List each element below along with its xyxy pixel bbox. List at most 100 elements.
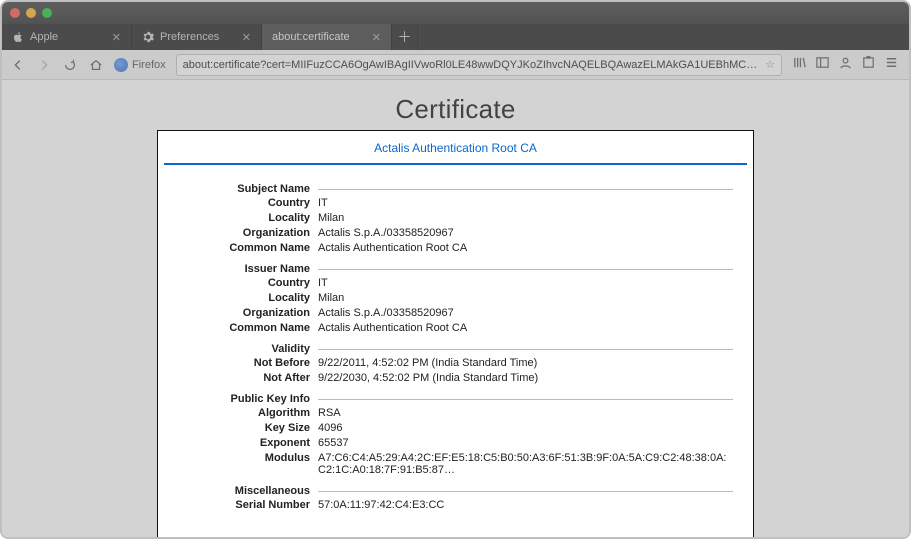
detail-row: Not After9/22/2030, 4:52:02 PM (India St… [178, 370, 733, 385]
certificate-card: Actalis Authentication Root CA Subject N… [157, 130, 754, 537]
library-icon[interactable] [792, 55, 807, 75]
detail-value: RSA [318, 407, 733, 419]
back-button[interactable] [8, 55, 28, 75]
section: ValidityNot Before9/22/2011, 4:52:02 PM … [178, 343, 733, 385]
detail-row: OrganizationActalis S.p.A./03358520967 [178, 305, 733, 320]
detail-label: Not After [178, 372, 318, 384]
section-rule [318, 189, 733, 190]
toolbar-right [788, 55, 903, 75]
detail-row: Common NameActalis Authentication Root C… [178, 240, 733, 255]
account-icon[interactable] [838, 55, 853, 75]
section-header: Public Key Info [178, 393, 733, 405]
detail-row: LocalityMilan [178, 210, 733, 225]
detail-value: Actalis S.p.A./03358520967 [318, 227, 733, 239]
section-header: Subject Name [178, 183, 733, 195]
url-text: about:certificate?cert=MIIFuzCCA6OgAwIBA… [183, 59, 762, 71]
detail-label: Organization [178, 227, 318, 239]
plus-icon: ＋ [398, 27, 412, 47]
extension-icon[interactable] [861, 55, 876, 75]
tab-label: Preferences [160, 31, 219, 43]
section: Issuer NameCountryITLocalityMilanOrganiz… [178, 263, 733, 335]
detail-value: 9/22/2030, 4:52:02 PM (India Standard Ti… [318, 372, 733, 384]
detail-value: 9/22/2011, 4:52:02 PM (India Standard Ti… [318, 357, 733, 369]
detail-label: Key Size [178, 422, 318, 434]
detail-row: CountryIT [178, 195, 733, 210]
detail-value: Milan [318, 292, 733, 304]
zoom-window-button[interactable] [42, 8, 52, 18]
detail-label: Common Name [178, 322, 318, 334]
detail-value: Actalis S.p.A./03358520967 [318, 307, 733, 319]
identity-label: Firefox [132, 59, 166, 71]
detail-row: Not Before9/22/2011, 4:52:02 PM (India S… [178, 355, 733, 370]
detail-label: Country [178, 277, 318, 289]
section-title: Public Key Info [178, 393, 318, 405]
section-title: Validity [178, 343, 318, 355]
close-tab-icon[interactable]: ✕ [372, 31, 381, 44]
bookmark-star-icon[interactable]: ☆ [765, 58, 775, 71]
detail-value: Actalis Authentication Root CA [318, 242, 733, 254]
detail-label: Not Before [178, 357, 318, 369]
sidebar-icon[interactable] [815, 55, 830, 75]
certificate-tab[interactable]: Actalis Authentication Root CA [164, 131, 747, 165]
detail-value: A7:C6:C4:A5:29:A4:2C:EF:E5:18:C5:B0:50:A… [318, 452, 733, 476]
titlebar [2, 2, 909, 24]
section-rule [318, 491, 733, 492]
gear-icon [142, 31, 154, 43]
detail-value: IT [318, 197, 733, 209]
detail-label: Exponent [178, 437, 318, 449]
detail-value: 4096 [318, 422, 733, 434]
apple-icon [12, 31, 24, 43]
detail-value: Milan [318, 212, 733, 224]
nav-toolbar: Firefox about:certificate?cert=MIIFuzCCA… [2, 50, 909, 80]
section-header: Issuer Name [178, 263, 733, 275]
detail-row: Common NameActalis Authentication Root C… [178, 320, 733, 335]
tab-certificate[interactable]: about:certificate ✕ [262, 24, 392, 50]
certificate-details: Subject NameCountryITLocalityMilanOrgani… [158, 165, 753, 512]
detail-row: Key Size4096 [178, 420, 733, 435]
tab-label: about:certificate [272, 31, 350, 43]
tab-preferences[interactable]: Preferences ✕ [132, 24, 262, 50]
section-header: Validity [178, 343, 733, 355]
detail-value: 57:0A:11:97:42:C4:E3:CC [318, 499, 733, 511]
identity-box[interactable]: Firefox [112, 58, 170, 72]
page-title: Certificate [2, 94, 909, 125]
section-title: Issuer Name [178, 263, 318, 275]
browser-window: Apple ✕ Preferences ✕ about:certificate … [0, 0, 911, 539]
detail-label: Locality [178, 292, 318, 304]
close-tab-icon[interactable]: ✕ [242, 31, 251, 44]
section-rule [318, 399, 733, 400]
home-button[interactable] [86, 55, 106, 75]
detail-label: Algorithm [178, 407, 318, 419]
detail-label: Common Name [178, 242, 318, 254]
forward-button[interactable] [34, 55, 54, 75]
tab-strip: Apple ✕ Preferences ✕ about:certificate … [2, 24, 909, 50]
section: Subject NameCountryITLocalityMilanOrgani… [178, 183, 733, 255]
close-window-button[interactable] [10, 8, 20, 18]
detail-value: 65537 [318, 437, 733, 449]
menu-icon[interactable] [884, 55, 899, 75]
firefox-icon [114, 58, 128, 72]
detail-label: Country [178, 197, 318, 209]
detail-value: Actalis Authentication Root CA [318, 322, 733, 334]
detail-row: AlgorithmRSA [178, 405, 733, 420]
tab-apple[interactable]: Apple ✕ [2, 24, 132, 50]
detail-label: Serial Number [178, 499, 318, 511]
detail-value: IT [318, 277, 733, 289]
url-bar[interactable]: about:certificate?cert=MIIFuzCCA6OgAwIBA… [176, 54, 782, 76]
detail-row: Exponent65537 [178, 435, 733, 450]
minimize-window-button[interactable] [26, 8, 36, 18]
reload-button[interactable] [60, 55, 80, 75]
section: Miscellaneous Serial Number57:0A:11:97:42… [178, 485, 733, 512]
detail-label: Locality [178, 212, 318, 224]
close-tab-icon[interactable]: ✕ [112, 31, 121, 44]
tab-label: Apple [30, 31, 58, 43]
detail-label: Modulus [178, 452, 318, 476]
section-rule [318, 269, 733, 270]
section-header: Miscellaneous [178, 485, 733, 497]
detail-row: LocalityMilan [178, 290, 733, 305]
detail-label: Organization [178, 307, 318, 319]
section-title: Miscellaneous [178, 485, 318, 497]
new-tab-button[interactable]: ＋ [392, 24, 418, 50]
detail-row: ModulusA7:C6:C4:A5:29:A4:2C:EF:E5:18:C5:… [178, 450, 733, 477]
section-title: Subject Name [178, 183, 318, 195]
